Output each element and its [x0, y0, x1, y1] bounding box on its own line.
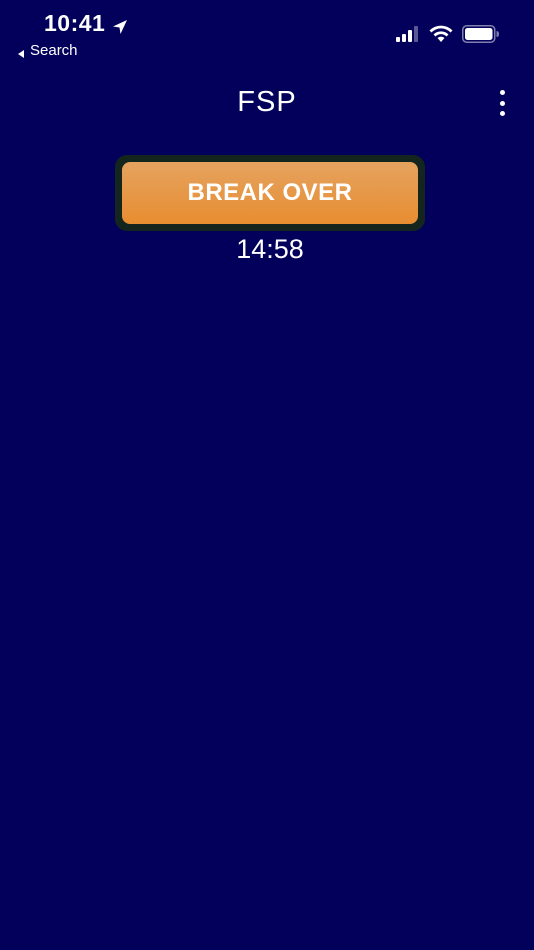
- status-indicators: [396, 25, 500, 48]
- more-dot: [499, 90, 505, 95]
- back-search-label: Search: [30, 42, 78, 59]
- status-time: 10:41: [44, 10, 106, 36]
- more-dot: [499, 100, 505, 106]
- location-arrow-icon: [111, 15, 129, 34]
- back-to-search-button[interactable]: Search: [16, 42, 78, 59]
- break-over-button-frame: BREAK OVER: [115, 155, 425, 231]
- wifi-icon: [429, 25, 453, 48]
- status-bar: 10:41 Search: [0, 0, 534, 70]
- more-options-icon[interactable]: [496, 90, 508, 116]
- timer-display: 14:58: [236, 234, 304, 264]
- signal-icon: [396, 26, 420, 47]
- page-title: FSP: [237, 86, 297, 118]
- status-time-group: 10:41: [44, 10, 129, 37]
- back-triangle-icon: [16, 46, 26, 58]
- battery-icon: [462, 25, 500, 48]
- break-over-button[interactable]: BREAK OVER: [122, 162, 418, 224]
- more-dot: [499, 111, 505, 116]
